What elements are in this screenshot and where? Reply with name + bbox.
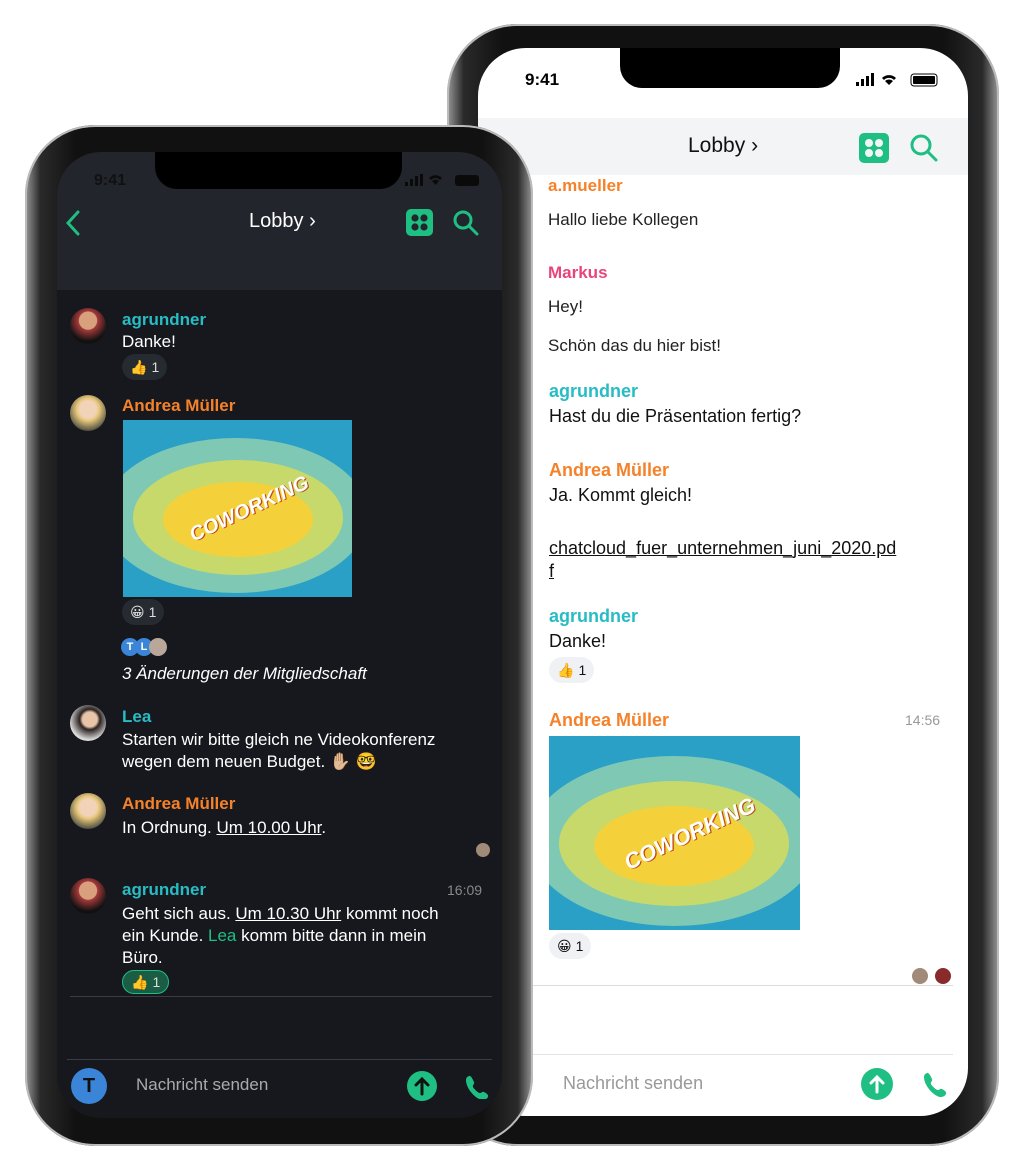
author-name: Andrea Müller: [122, 794, 236, 813]
send-button[interactable]: [861, 1068, 893, 1105]
author-name: Andrea Müller: [549, 460, 670, 480]
message-text: Hast du die Präsentation fertig?: [549, 406, 802, 426]
member-avatar: [149, 638, 167, 656]
author-name: agrundner: [549, 606, 639, 626]
message-text: Danke!: [122, 332, 176, 351]
read-receipt-avatar: [912, 968, 928, 984]
reaction-count: 1: [578, 662, 587, 678]
notch: [620, 48, 840, 88]
phone-call-icon[interactable]: [922, 1070, 950, 1103]
back-icon[interactable]: [65, 210, 81, 241]
text-part: Geht sich aus.: [122, 904, 236, 923]
coworking-image[interactable]: COWORKING: [123, 420, 352, 597]
notch: [155, 152, 402, 189]
message-text: Starten wir bitte gleich ne Videokonfere…: [122, 730, 436, 749]
author-name: Markus: [548, 263, 608, 282]
reaction-thumbs-up-own[interactable]: 👍 1: [122, 970, 170, 994]
divider: [70, 996, 492, 997]
message-text: Hey!: [548, 297, 583, 316]
author-name: Lea: [122, 707, 152, 726]
send-button[interactable]: [407, 1071, 437, 1106]
front-phone-screen: 9:41 Lobby › agrundner Danke! 👍 1 Andrea …: [57, 152, 502, 1118]
search-icon[interactable]: [909, 133, 939, 168]
grin-icon: 😀: [130, 603, 145, 620]
reaction-thumbs-up[interactable]: 👍 1: [549, 657, 595, 683]
chevron-right-icon: ›: [309, 210, 316, 232]
reaction-grin[interactable]: 😀 1: [549, 933, 592, 959]
reaction-thumbs-up[interactable]: 👍 1: [122, 354, 168, 380]
divider: [533, 985, 953, 986]
grid-icon[interactable]: [406, 209, 433, 241]
message-text: Geht sich aus. Um 10.30 Uhr kommt noch e…: [122, 903, 439, 969]
room-title-text: Lobby: [249, 210, 304, 232]
text-part: Büro.: [122, 948, 163, 967]
reaction-count: 1: [151, 359, 160, 375]
message-text: In Ordnung. Um 10.00 Uhr.: [122, 818, 326, 838]
avatar[interactable]: [70, 878, 106, 914]
reaction-count: 1: [575, 938, 584, 954]
message-text: Schön das du hier bist!: [548, 336, 721, 355]
text-part: In Ordnung.: [122, 818, 217, 837]
reaction-count: 1: [152, 974, 161, 990]
message-text: Ja. Kommt gleich!: [549, 485, 693, 505]
message-input[interactable]: Nachricht senden: [563, 1073, 703, 1094]
text-part: komm bitte dann in mein: [236, 926, 427, 945]
message-time: 16:09: [447, 882, 483, 898]
message-text: Hallo liebe Kollegen: [548, 210, 699, 229]
phone-call-icon[interactable]: [464, 1073, 490, 1104]
read-receipt-avatar: [935, 968, 951, 984]
message-time: 14:56: [905, 712, 941, 728]
author-name: Andrea Müller: [122, 396, 236, 415]
room-title-text: Lobby: [688, 134, 746, 157]
author-name: agrundner: [549, 381, 639, 401]
message-text: wegen dem neuen Budget. ✋🏼 🤓: [122, 752, 377, 771]
membership-changes[interactable]: 3 Änderungen der Mitgliedschaft: [122, 664, 367, 684]
coworking-image[interactable]: COWORKING: [549, 736, 800, 930]
search-icon[interactable]: [452, 209, 479, 241]
author-name: a.mueller: [548, 176, 623, 195]
chevron-right-icon: ›: [751, 134, 759, 157]
thumbs-up-icon: 👍: [131, 973, 149, 990]
room-title[interactable]: Lobby ›: [249, 210, 316, 233]
text-part: ein Kunde.: [122, 926, 209, 945]
author-name: agrundner: [122, 310, 207, 329]
thumbs-up-icon: 👍: [557, 661, 575, 678]
time-link[interactable]: Um 10.00 Uhr: [217, 818, 322, 837]
divider: [67, 1059, 492, 1060]
divider: [533, 1054, 953, 1055]
status-icons: [405, 174, 481, 192]
own-avatar[interactable]: T: [71, 1068, 107, 1104]
message-text: Danke!: [549, 631, 607, 651]
author-name: Andrea Müller: [549, 710, 670, 730]
avatar[interactable]: [70, 705, 106, 741]
file-name-line: chatcloud_fuer_unternehmen_juni_2020.pd: [549, 538, 897, 558]
status-time: 9:41: [525, 70, 560, 89]
grid-icon[interactable]: [859, 133, 889, 168]
mention-lea[interactable]: Lea: [208, 926, 236, 945]
chat-header: Lobby ›: [478, 118, 968, 175]
reaction-grin[interactable]: 😀 1: [122, 599, 165, 625]
text-part: kommt noch: [341, 904, 439, 923]
file-attachment-link[interactable]: chatcloud_fuer_unternehmen_juni_2020.pdf: [549, 537, 896, 583]
status-icons: [856, 73, 940, 87]
message-input[interactable]: Nachricht senden: [136, 1075, 268, 1095]
read-receipt-avatar: [476, 843, 490, 857]
thumbs-up-icon: 👍: [130, 358, 148, 375]
grin-icon: 😀: [557, 937, 572, 954]
author-name: agrundner: [122, 880, 207, 899]
file-name-line: f: [549, 561, 555, 581]
back-phone-screen: 9:41 Lobby › a.mueller Hallo liebe Kolle…: [478, 48, 968, 1116]
avatar[interactable]: [70, 395, 106, 431]
avatar[interactable]: [70, 793, 106, 829]
reaction-count: 1: [148, 604, 157, 620]
text-part: .: [321, 818, 327, 837]
room-title[interactable]: Lobby ›: [688, 134, 758, 158]
time-link[interactable]: Um 10.30 Uhr: [235, 904, 341, 923]
status-time: 9:41: [94, 172, 127, 189]
avatar[interactable]: [70, 308, 106, 344]
